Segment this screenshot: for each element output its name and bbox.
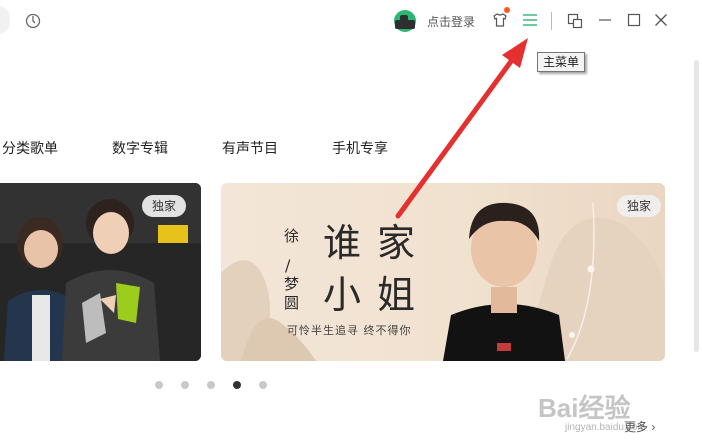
red-arrow-annotation	[395, 38, 528, 219]
